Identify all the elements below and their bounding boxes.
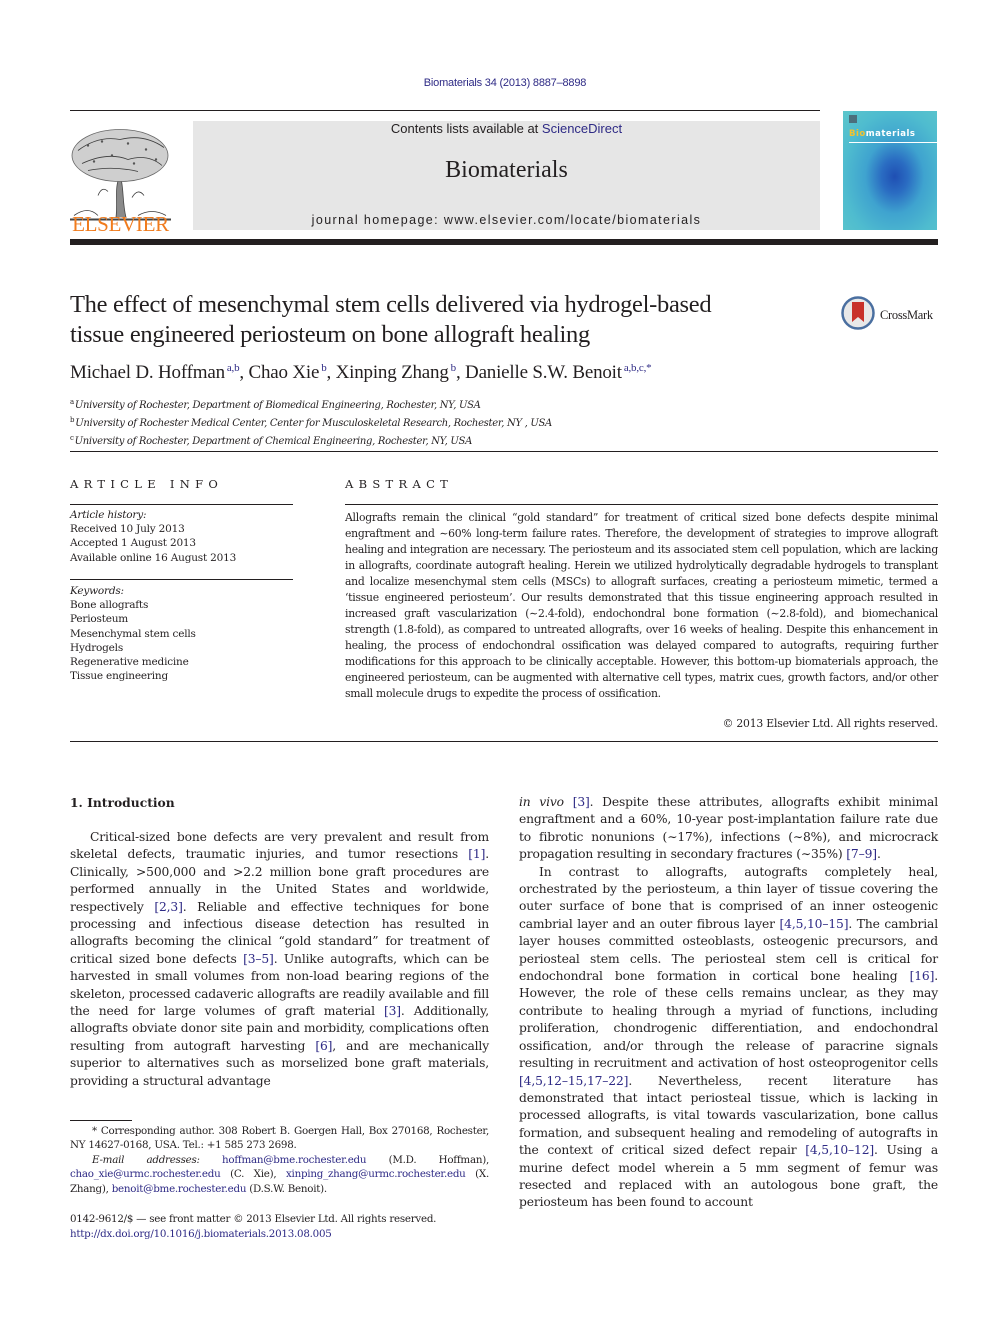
intro-paragraph: Critical-sized bone defects are very pre… — [70, 830, 490, 1088]
keyword-item: Tissue engineering — [70, 670, 168, 683]
abstract-copyright: © 2013 Elsevier Ltd. All rights reserved… — [722, 717, 939, 730]
keywords-list: Keywords: Bone allografts Periosteum Mes… — [70, 584, 196, 683]
article-history-label: Article history: — [70, 509, 147, 521]
keyword-item: Periosteum — [70, 613, 129, 626]
corresponding-author-note: * Corresponding author. 308 Robert B. Go… — [70, 1125, 489, 1152]
article-title: The effect of mesenchymal stem cells del… — [70, 290, 830, 350]
cover-title: Biomaterials — [849, 129, 916, 139]
author-list: Michael D. Hoffman a,b, Chao Xie b, Xinpin… — [70, 362, 652, 383]
reference-link[interactable]: [4,5,10–15] — [780, 917, 849, 931]
email-link[interactable]: chao_xie@urmc.rochester.edu — [70, 1168, 221, 1180]
author-name: Danielle S.W. Benoit — [465, 362, 622, 383]
intro-paragraph: In contrast to allografts, autografts co… — [519, 864, 938, 1210]
keyword-item: Bone allografts — [70, 599, 149, 612]
journal-cover-thumbnail[interactable]: Biomaterials — [843, 111, 937, 230]
abstract-text: Allografts remain the clinical “gold sta… — [345, 511, 938, 700]
article-info-divider — [70, 504, 293, 505]
intro-paragraph: in vivo [3]. Despite these attributes, a… — [519, 795, 938, 862]
reference-link[interactable]: [6] — [315, 1039, 332, 1053]
email-label: E-mail addresses: — [92, 1153, 200, 1166]
email-addresses: E-mail addresses: hoffman@bme.rochester.… — [70, 1153, 490, 1195]
article-history: Article history: Received 10 July 2013 A… — [70, 508, 236, 565]
body-column-left: Critical-sized bone defects are very pre… — [70, 829, 489, 1090]
header-top-rule — [70, 110, 820, 111]
journal-masthead: Contents lists available at ScienceDirec… — [193, 121, 820, 230]
reference-link[interactable]: [2,3] — [154, 900, 183, 914]
keyword-item: Mesenchymal stem cells — [70, 627, 196, 640]
crossmark-icon — [841, 296, 875, 330]
footnote-rule — [70, 1120, 132, 1121]
title-line-2: tissue engineered periosteum on bone all… — [70, 321, 590, 348]
affiliation-item: bUniversity of Rochester Medical Center,… — [70, 416, 552, 429]
history-accepted: Accepted 1 August 2013 — [70, 537, 196, 550]
contents-available-line: Contents lists available at ScienceDirec… — [193, 121, 820, 136]
journal-homepage-link[interactable]: journal homepage: www.elsevier.com/locat… — [193, 213, 820, 227]
history-online: Available online 16 August 2013 — [70, 551, 237, 564]
italic-text: in vivo — [519, 795, 564, 809]
affiliation-item: aUniversity of Rochester, Department of … — [70, 398, 481, 411]
journal-name: Biomaterials — [445, 157, 568, 183]
title-line-1: The effect of mesenchymal stem cells del… — [70, 291, 712, 318]
front-matter: 0142-9612/$ — see front matter © 2013 El… — [70, 1212, 436, 1242]
author-name: Michael D. Hoffman — [70, 362, 225, 383]
email-link[interactable]: benoit@bme.rochester.edu — [112, 1183, 247, 1195]
reference-link[interactable]: [3] — [573, 795, 590, 809]
history-received: Received 10 July 2013 — [70, 523, 185, 536]
abstract-heading: ABSTRACT — [345, 477, 454, 491]
section-heading-introduction: 1. Introduction — [70, 795, 175, 810]
keyword-item: Hydrogels — [70, 641, 124, 654]
author-name: Chao Xie — [248, 362, 320, 383]
footnote-block: * Corresponding author. 308 Robert B. Go… — [70, 1124, 489, 1196]
author-name: Xinping Zhang — [335, 362, 449, 383]
elsevier-wordmark: ELSEVIER — [72, 212, 169, 236]
abstract-bottom-divider — [70, 741, 938, 742]
abstract-divider — [345, 504, 938, 505]
email-link[interactable]: xinping_zhang@urmc.rochester.edu — [286, 1168, 466, 1180]
doi-link[interactable]: http://dx.doi.org/10.1016/j.biomaterials… — [70, 1228, 332, 1240]
journal-citation-link[interactable]: Biomaterials 34 (2013) 8887–8898 — [0, 77, 992, 89]
reference-link[interactable]: [7–9] — [846, 847, 877, 861]
affiliations: aUniversity of Rochester, Department of … — [70, 395, 552, 449]
reference-link[interactable]: [3] — [384, 1004, 401, 1018]
crossmark-label: CrossMark — [880, 308, 933, 322]
reference-link[interactable]: [16] — [910, 969, 935, 983]
reference-link[interactable]: [3–5] — [243, 952, 274, 966]
author-affiliation-link[interactable]: a,b,c,* — [624, 362, 652, 374]
keywords-label: Keywords: — [70, 585, 124, 597]
reference-link[interactable]: [4,5,12–15,17–22] — [519, 1074, 628, 1088]
cover-publisher-badge-icon — [849, 115, 857, 123]
reference-link[interactable]: [1] — [468, 847, 485, 861]
affiliation-item: cUniversity of Rochester, Department of … — [70, 434, 473, 447]
cover-rule — [849, 142, 937, 143]
author-affiliation-link[interactable]: a,b — [227, 362, 240, 374]
reference-link[interactable]: [4,5,10–12] — [805, 1143, 874, 1157]
keyword-item: Regenerative medicine — [70, 656, 189, 669]
header-thick-rule — [70, 239, 938, 245]
affiliations-divider — [70, 451, 938, 452]
sciencedirect-link[interactable]: ScienceDirect — [542, 121, 622, 136]
contents-prefix: Contents lists available at — [390, 121, 542, 136]
body-column-right: in vivo [3]. Despite these attributes, a… — [519, 794, 938, 1212]
email-link[interactable]: hoffman@bme.rochester.edu — [222, 1154, 367, 1166]
article-info-heading: ARTICLE INFO — [70, 477, 224, 491]
crossmark-button[interactable]: CrossMark — [841, 296, 941, 334]
keywords-divider — [70, 579, 293, 580]
issn-line: 0142-9612/$ — see front matter © 2013 El… — [70, 1213, 437, 1225]
